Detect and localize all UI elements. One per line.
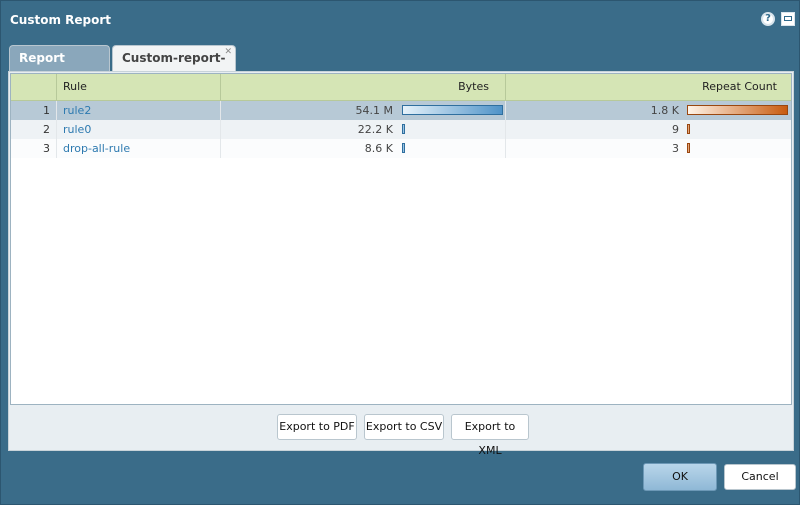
repeat-count-bar (687, 105, 788, 115)
table-row[interactable]: 2 rule0 22.2 K 9 (11, 120, 791, 139)
help-icon[interactable]: ? (761, 12, 775, 26)
column-header-rule[interactable]: Rule (57, 74, 221, 100)
bytes-cell: 22.2 K (221, 120, 506, 139)
cancel-button[interactable]: Cancel (724, 464, 796, 490)
repeat-count-bar (687, 124, 690, 134)
rule-link[interactable]: drop-all-rule (57, 139, 221, 158)
bytes-value: 54.1 M (355, 104, 393, 117)
row-number: 1 (11, 101, 57, 120)
bytes-bar (402, 143, 405, 153)
column-header-bytes[interactable]: Bytes (221, 74, 506, 100)
export-xml-button[interactable]: Export to XML (451, 414, 529, 457)
repeat-count-bar (687, 143, 690, 153)
rule-link[interactable]: rule0 (57, 120, 221, 139)
repeat-count-cell: 9 (506, 120, 791, 139)
repeat-count-value: 1.8 K (650, 104, 679, 117)
table-row[interactable]: 1 rule2 54.1 M 1.8 K (11, 101, 791, 120)
maximize-icon[interactable] (781, 12, 795, 26)
ok-button[interactable]: OK (643, 463, 717, 491)
tab-custom-report-1[interactable]: Custom-report-1 ✕ (112, 45, 236, 89)
row-number: 3 (11, 139, 57, 158)
repeat-count-value: 9 (672, 123, 679, 136)
column-header-repeat-count[interactable]: Repeat Count (506, 74, 791, 100)
grid-header: Rule Bytes Repeat Count (11, 74, 791, 101)
bytes-cell: 54.1 M (221, 101, 506, 120)
bytes-value: 8.6 K (364, 142, 393, 155)
table-row[interactable]: 3 drop-all-rule 8.6 K 3 (11, 139, 791, 158)
bytes-bar (402, 105, 503, 115)
results-grid: Rule Bytes Repeat Count 1 rule2 54.1 M 1… (10, 73, 792, 405)
bytes-bar (402, 124, 405, 134)
custom-report-dialog: Custom Report ? Report Setting Custom-re… (0, 0, 800, 505)
repeat-count-cell: 1.8 K (506, 101, 791, 120)
bytes-cell: 8.6 K (221, 139, 506, 158)
bytes-value: 22.2 K (357, 123, 393, 136)
export-pdf-button[interactable]: Export to PDF (277, 414, 357, 440)
row-number: 2 (11, 120, 57, 139)
dialog-title: Custom Report (10, 13, 112, 27)
rule-link[interactable]: rule2 (57, 101, 221, 120)
report-panel: Rule Bytes Repeat Count 1 rule2 54.1 M 1… (8, 71, 794, 457)
column-header-index (11, 74, 57, 100)
repeat-count-cell: 3 (506, 139, 791, 158)
close-icon[interactable]: ✕ (224, 47, 232, 57)
title-bar: Custom Report ? (1, 1, 800, 39)
export-csv-button[interactable]: Export to CSV (364, 414, 444, 440)
tab-report-setting[interactable]: Report Setting (9, 45, 110, 89)
repeat-count-value: 3 (672, 142, 679, 155)
